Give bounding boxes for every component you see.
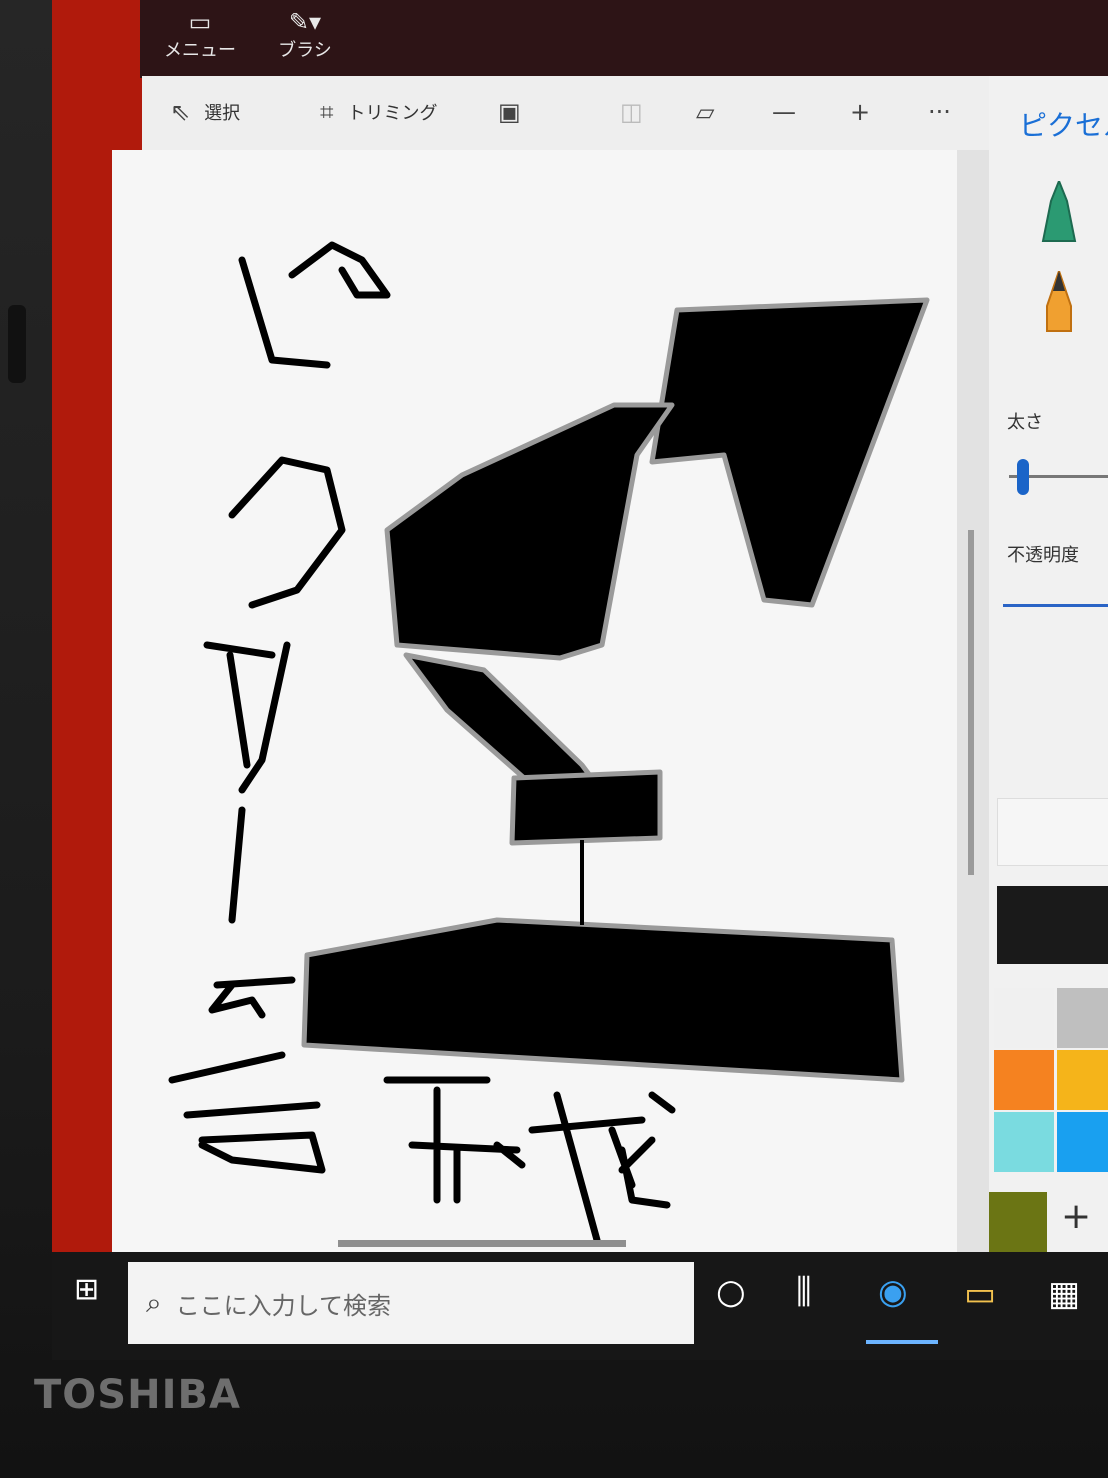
- search-icon: ⌕: [146, 1286, 162, 1319]
- brush-panel: ピクセル 太さ 不透明度 +: [989, 76, 1108, 1296]
- opacity-slider[interactable]: [1003, 604, 1108, 607]
- bezel-button: [8, 305, 26, 383]
- plus-icon: +: [850, 98, 871, 126]
- more-button[interactable]: ···: [928, 98, 951, 126]
- horizontal-scrollbar[interactable]: [338, 1240, 626, 1247]
- menu-label: メニュー: [164, 40, 236, 61]
- color-swatch-yellow[interactable]: [1057, 1050, 1108, 1110]
- lamp-drawing: [301, 297, 930, 1083]
- search-placeholder: ここに入力して検索: [175, 1291, 391, 1320]
- color-preview-box: [997, 798, 1108, 866]
- active-app-indicator: [866, 1340, 938, 1344]
- drawing-canvas[interactable]: [112, 150, 962, 1260]
- app-title-bar: ▭ メニュー ✎▾ ブラシ: [140, 0, 1108, 78]
- add-color-button[interactable]: +: [1061, 1196, 1091, 1237]
- toolbar: ⇖ 選択 ⌗ トリミング ▣ ◫ ▱ — + ···: [142, 76, 1108, 150]
- thickness-slider-thumb[interactable]: [1017, 459, 1029, 495]
- zoom-out-button[interactable]: —: [772, 98, 796, 126]
- color-swatch-cyan[interactable]: [994, 1112, 1054, 1172]
- crop-button[interactable]: ⌗ トリミング: [320, 98, 438, 126]
- brush-label: ブラシ: [278, 40, 332, 61]
- taskbar-search-box[interactable]: ⌕ ここに入力して検索: [128, 1262, 694, 1344]
- crop-label: トリミング: [347, 103, 438, 124]
- vertical-scrollbar[interactable]: [957, 150, 989, 1260]
- image-button[interactable]: ▣: [498, 98, 521, 126]
- crop-icon: ⌗: [320, 98, 334, 126]
- edge-browser-icon[interactable]: ◉: [878, 1272, 908, 1312]
- image-icon: ▣: [498, 98, 521, 126]
- minus-icon: —: [772, 98, 796, 126]
- drawing-svg: [168, 241, 930, 1244]
- marker-brush-icon[interactable]: [1039, 178, 1079, 255]
- panel-title: ピクセル: [1019, 109, 1108, 142]
- handwriting: [168, 241, 676, 1244]
- color-swatch-orange[interactable]: [994, 1050, 1054, 1110]
- folder-icon: ▭: [188, 8, 212, 36]
- copy-icon: ◫: [620, 98, 643, 126]
- screen: ▭ メニュー ✎▾ ブラシ ⇖ 選択 ⌗ トリミング ▣ ◫ ▱ — + ···…: [52, 0, 1108, 1360]
- select-label: 選択: [204, 103, 241, 124]
- flag-icon: ▱: [696, 98, 715, 126]
- store-icon[interactable]: ▦: [1048, 1274, 1080, 1314]
- pencil-brush-icon[interactable]: [1039, 267, 1079, 345]
- cursor-icon: ⇖: [170, 98, 191, 126]
- brand-logo: TOSHIBA: [34, 1372, 241, 1418]
- select-button[interactable]: ⇖ 選択: [170, 98, 240, 126]
- shape-button[interactable]: ▱: [696, 98, 714, 126]
- menu-button[interactable]: ▭ メニュー: [160, 8, 240, 62]
- color-swatch-white[interactable]: [994, 988, 1054, 1048]
- vertical-scrollbar-thumb[interactable]: [968, 530, 974, 875]
- taskbar: ⊞ ⌕ ここに入力して検索 ○ ⫼ ◉ ▭ ▦: [52, 1252, 1108, 1360]
- windows-start-icon[interactable]: ⊞: [74, 1272, 99, 1307]
- cortana-icon[interactable]: ○: [716, 1272, 746, 1312]
- zoom-in-button[interactable]: +: [850, 98, 870, 126]
- brush-icon: ✎▾: [288, 8, 322, 36]
- thickness-label: 太さ: [1007, 412, 1043, 433]
- more-icon: ···: [928, 98, 951, 126]
- current-color-swatch[interactable]: [997, 886, 1108, 964]
- file-explorer-icon[interactable]: ▭: [964, 1274, 996, 1314]
- copy-button[interactable]: ◫: [620, 98, 643, 126]
- task-view-icon[interactable]: ⫼: [796, 1272, 812, 1312]
- color-swatch-gray[interactable]: [1057, 988, 1108, 1048]
- brush-button[interactable]: ✎▾ ブラシ: [265, 8, 345, 62]
- color-swatch-olive[interactable]: [989, 1192, 1047, 1252]
- color-swatch-blue[interactable]: [1057, 1112, 1108, 1172]
- opacity-label: 不透明度: [1007, 545, 1079, 566]
